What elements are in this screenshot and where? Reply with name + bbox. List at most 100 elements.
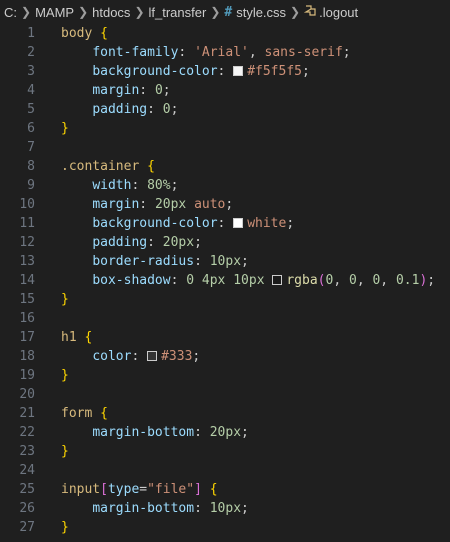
code-line[interactable]: 18 color: #333; — [0, 347, 450, 366]
code-line[interactable]: 6} — [0, 119, 450, 138]
code-text: padding: 20px; — [61, 233, 202, 252]
chevron-right-icon: ❯ — [290, 5, 301, 19]
code-text: margin-bottom: 20px; — [61, 423, 249, 442]
code-editor[interactable]: 1 body {2 font-family: 'Arial', sans-seri… — [0, 24, 450, 537]
breadcrumb-item-symbol[interactable]: .logout — [319, 5, 358, 20]
code-line[interactable]: 25 input[type="file"] { — [0, 480, 450, 499]
code-text: body { — [61, 24, 108, 43]
code-text: color: #333; — [61, 347, 200, 366]
code-token: : — [217, 64, 234, 79]
chevron-right-icon: ❯ — [210, 5, 221, 19]
line-number: 12 — [19, 235, 35, 250]
chevron-right-icon: ❯ — [21, 5, 32, 19]
code-line[interactable]: 24 — [0, 461, 450, 480]
code-token: , — [333, 273, 349, 288]
code-text: width: 80%; — [61, 176, 178, 195]
code-text: } — [61, 442, 69, 461]
code-line[interactable]: 8 .container { — [0, 157, 450, 176]
color-swatch[interactable] — [233, 66, 244, 76]
code-line[interactable]: 19} — [0, 366, 450, 385]
code-token: : — [194, 501, 210, 516]
code-token: auto — [194, 197, 226, 212]
code-line[interactable]: 15} — [0, 290, 450, 309]
code-token: : — [131, 349, 148, 364]
code-line[interactable]: 20 — [0, 385, 450, 404]
code-line[interactable]: 26 margin-bottom: 10px; — [0, 499, 450, 518]
code-token: ; — [225, 197, 234, 212]
line-number: 16 — [19, 311, 35, 326]
code-line[interactable]: 1 body { — [0, 24, 450, 43]
code-token: box-shadow — [92, 273, 171, 288]
code-text: background-color: #f5f5f5; — [61, 62, 310, 81]
code-line[interactable]: 23} — [0, 442, 450, 461]
color-swatch[interactable] — [233, 218, 244, 228]
line-number: 14 — [19, 273, 35, 288]
code-token: , — [380, 273, 396, 288]
code-line[interactable]: 21 form { — [0, 404, 450, 423]
code-line[interactable]: 16 — [0, 309, 450, 328]
code-line[interactable]: 4 margin: 0; — [0, 81, 450, 100]
code-line[interactable]: 22 margin-bottom: 20px; — [0, 423, 450, 442]
code-line[interactable]: 14 box-shadow: 0 4px 10px rgba(0, 0, 0, … — [0, 271, 450, 290]
code-text: } — [61, 366, 69, 385]
code-text: .container { — [61, 157, 155, 176]
line-number: 13 — [19, 254, 35, 269]
code-line[interactable]: 3 background-color: #f5f5f5; — [0, 62, 450, 81]
code-token: 0 — [154, 83, 163, 98]
color-swatch[interactable] — [272, 275, 283, 285]
code-text: form { — [61, 404, 108, 423]
line-number: 6 — [27, 121, 35, 136]
breadcrumb-item-drive[interactable]: C: — [4, 5, 17, 20]
code-line[interactable]: 10 margin: 20px auto; — [0, 195, 450, 214]
code-text: padding: 0; — [61, 100, 178, 119]
code-token: { — [100, 406, 108, 421]
code-token: [ — [100, 482, 108, 497]
code-token: : — [194, 254, 210, 269]
line-number: 25 — [19, 482, 35, 497]
code-token: width — [92, 178, 132, 193]
code-text: } — [61, 119, 69, 138]
code-line[interactable]: 9 width: 80%; — [0, 176, 450, 195]
code-line[interactable]: 11 background-color: white; — [0, 214, 450, 233]
selector-icon — [303, 4, 317, 20]
line-number: 27 — [19, 520, 35, 535]
color-swatch[interactable] — [147, 351, 158, 361]
code-line[interactable]: 7 — [0, 138, 450, 157]
code-token: padding — [92, 235, 148, 250]
code-token: background-color — [92, 64, 218, 79]
code-token: margin — [92, 83, 140, 98]
breadcrumb-item-lf-transfer[interactable]: lf_transfer — [149, 5, 207, 20]
code-token: : — [131, 178, 148, 193]
code-line[interactable]: 13 border-radius: 10px; — [0, 252, 450, 271]
code-token: : — [170, 273, 187, 288]
code-token: font-family — [92, 45, 179, 60]
code-line[interactable]: 12 padding: 20px; — [0, 233, 450, 252]
code-token: { — [100, 26, 108, 41]
code-token: : — [147, 102, 163, 117]
breadcrumb-item-file[interactable]: style.css — [236, 5, 286, 20]
code-token: 4px — [201, 273, 226, 288]
breadcrumb-item-mamp[interactable]: MAMP — [35, 5, 74, 20]
code-line[interactable]: 5 padding: 0; — [0, 100, 450, 119]
line-number: 15 — [19, 292, 35, 307]
breadcrumb-item-htdocs[interactable]: htdocs — [92, 5, 130, 20]
code-line[interactable]: 2 font-family: 'Arial', sans-serif; — [0, 43, 450, 62]
code-line[interactable]: 17 h1 { — [0, 328, 450, 347]
code-text: box-shadow: 0 4px 10px rgba(0, 0, 0, 0.1… — [61, 271, 435, 290]
code-token: body — [61, 26, 93, 41]
code-token: , — [248, 45, 265, 60]
line-number: 24 — [19, 463, 35, 478]
code-line[interactable]: 27} — [0, 518, 450, 537]
